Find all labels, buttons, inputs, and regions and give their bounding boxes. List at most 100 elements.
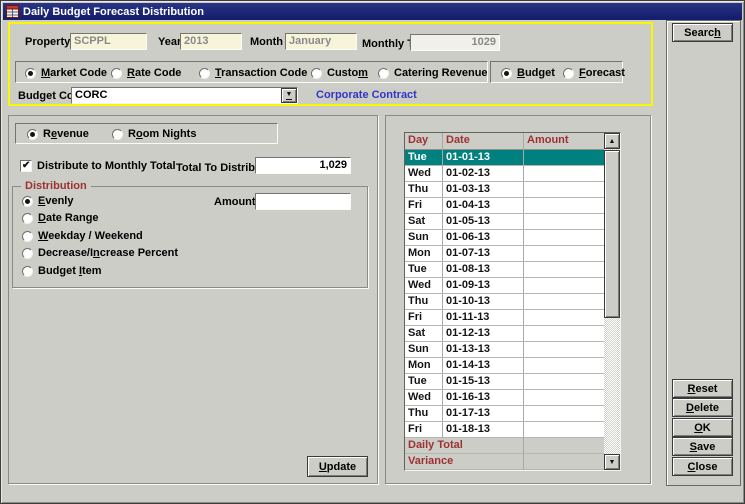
table-cell[interactable]: Wed xyxy=(405,278,443,294)
table-row[interactable]: Fri01-18-13 xyxy=(405,422,604,438)
table-cell[interactable]: Thu xyxy=(405,182,443,198)
table-cell[interactable]: Sun xyxy=(405,342,443,358)
table-cell[interactable] xyxy=(524,406,604,422)
radio-transaction-code[interactable]: Transaction Code xyxy=(199,66,307,80)
radio-budget[interactable]: Budget xyxy=(501,66,555,80)
grid-scrollbar[interactable]: ▲ ▼ xyxy=(604,133,620,470)
table-cell[interactable]: Thu xyxy=(405,294,443,310)
delete-button[interactable]: Delete xyxy=(672,398,733,417)
table-cell[interactable] xyxy=(524,294,604,310)
radio-room-nights[interactable]: Room Nights xyxy=(112,127,196,141)
scroll-thumb[interactable] xyxy=(604,150,620,318)
scroll-up-button[interactable]: ▲ xyxy=(604,133,620,149)
search-button[interactable]: Search xyxy=(672,23,733,42)
table-cell[interactable]: 01-16-13 xyxy=(443,390,524,406)
table-cell[interactable] xyxy=(524,374,604,390)
year-field[interactable]: 2013 xyxy=(180,33,242,50)
column-header-day[interactable]: Day xyxy=(405,133,443,150)
table-cell[interactable]: Mon xyxy=(405,358,443,374)
table-cell[interactable]: 01-05-13 xyxy=(443,214,524,230)
radio-budget-item[interactable]: Budget Item xyxy=(22,264,102,278)
table-cell[interactable]: 01-15-13 xyxy=(443,374,524,390)
daily-total-row[interactable]: Daily Total xyxy=(405,438,604,454)
table-cell[interactable] xyxy=(524,262,604,278)
table-cell[interactable]: Tue xyxy=(405,262,443,278)
column-header-amount[interactable]: Amount xyxy=(524,133,604,150)
amount-field[interactable] xyxy=(255,193,351,210)
table-row[interactable]: Thu01-10-13 xyxy=(405,294,604,310)
table-row[interactable]: Tue01-01-13 xyxy=(405,150,604,166)
property-field[interactable]: SCPPL xyxy=(70,33,147,50)
table-cell[interactable] xyxy=(524,182,604,198)
table-row[interactable]: Thu01-03-13 xyxy=(405,182,604,198)
table-cell[interactable] xyxy=(524,278,604,294)
table-cell[interactable] xyxy=(524,230,604,246)
table-cell[interactable]: 01-06-13 xyxy=(443,230,524,246)
table-cell[interactable] xyxy=(524,150,604,166)
table-cell[interactable]: 01-13-13 xyxy=(443,342,524,358)
table-cell[interactable]: 01-07-13 xyxy=(443,246,524,262)
radio-forecast[interactable]: Forecast xyxy=(563,66,625,80)
table-cell[interactable]: 01-03-13 xyxy=(443,182,524,198)
table-cell[interactable] xyxy=(524,310,604,326)
table-cell[interactable] xyxy=(524,198,604,214)
table-row[interactable]: Thu01-17-13 xyxy=(405,406,604,422)
table-cell[interactable] xyxy=(524,166,604,182)
monthly-total-field[interactable]: 1029 xyxy=(410,34,500,51)
table-cell[interactable]: Mon xyxy=(405,246,443,262)
radio-date-range[interactable]: Date Range xyxy=(22,211,99,225)
table-cell[interactable] xyxy=(524,358,604,374)
table-cell[interactable]: 01-11-13 xyxy=(443,310,524,326)
table-cell[interactable]: 01-10-13 xyxy=(443,294,524,310)
total-to-distribute-field[interactable]: 1,029 xyxy=(255,157,351,174)
table-cell[interactable]: 01-01-13 xyxy=(443,150,524,166)
table-row[interactable]: Sat01-12-13 xyxy=(405,326,604,342)
table-row[interactable]: Wed01-09-13 xyxy=(405,278,604,294)
table-cell[interactable]: 01-08-13 xyxy=(443,262,524,278)
table-cell[interactable]: Thu xyxy=(405,406,443,422)
update-button[interactable]: Update xyxy=(307,456,368,477)
table-row[interactable]: Wed01-16-13 xyxy=(405,390,604,406)
table-row[interactable]: Sun01-13-13 xyxy=(405,342,604,358)
table-cell[interactable]: Fri xyxy=(405,310,443,326)
radio-catering-revenue[interactable]: Catering Revenue xyxy=(378,66,488,80)
table-cell[interactable] xyxy=(524,422,604,438)
combo-dropdown-button[interactable]: ▼ xyxy=(281,88,297,103)
table-cell[interactable]: 01-12-13 xyxy=(443,326,524,342)
table-cell[interactable]: Sat xyxy=(405,326,443,342)
radio-custom[interactable]: Custom xyxy=(311,66,368,80)
table-cell[interactable]: Fri xyxy=(405,198,443,214)
scroll-down-button[interactable]: ▼ xyxy=(604,454,620,470)
table-row[interactable]: Mon01-07-13 xyxy=(405,246,604,262)
table-row[interactable]: Fri01-04-13 xyxy=(405,198,604,214)
distribute-to-monthly-total-checkbox[interactable]: Distribute to Monthly Total xyxy=(20,159,176,173)
table-cell[interactable]: Tue xyxy=(405,150,443,166)
table-cell[interactable]: Sun xyxy=(405,230,443,246)
radio-market-code[interactable]: Market Code xyxy=(25,66,107,80)
radio-rate-code[interactable]: Rate Code xyxy=(111,66,181,80)
radio-revenue[interactable]: Revenue xyxy=(27,127,89,141)
table-cell[interactable]: 01-18-13 xyxy=(443,422,524,438)
month-field[interactable]: January xyxy=(285,33,357,50)
column-header-date[interactable]: Date xyxy=(443,133,524,150)
table-row[interactable]: Mon01-14-13 xyxy=(405,358,604,374)
table-cell[interactable]: 01-17-13 xyxy=(443,406,524,422)
table-cell[interactable] xyxy=(524,326,604,342)
table-row[interactable]: Tue01-08-13 xyxy=(405,262,604,278)
table-cell[interactable]: Tue xyxy=(405,374,443,390)
table-cell[interactable]: Wed xyxy=(405,390,443,406)
table-row[interactable]: Wed01-02-13 xyxy=(405,166,604,182)
budget-code-combo[interactable]: CORC ▼ xyxy=(71,87,298,104)
table-cell[interactable] xyxy=(524,246,604,262)
table-cell[interactable] xyxy=(524,342,604,358)
table-cell[interactable]: 01-09-13 xyxy=(443,278,524,294)
table-row[interactable]: Fri01-11-13 xyxy=(405,310,604,326)
table-cell[interactable] xyxy=(524,390,604,406)
table-cell[interactable]: Sat xyxy=(405,214,443,230)
radio-evenly[interactable]: Evenly xyxy=(22,194,73,208)
table-cell[interactable]: 01-04-13 xyxy=(443,198,524,214)
table-row[interactable]: Sat01-05-13 xyxy=(405,214,604,230)
reset-button[interactable]: Reset xyxy=(672,379,733,398)
table-cell[interactable]: 01-14-13 xyxy=(443,358,524,374)
radio-decrease-increase-percent[interactable]: Decrease/Increase Percent xyxy=(22,246,178,260)
